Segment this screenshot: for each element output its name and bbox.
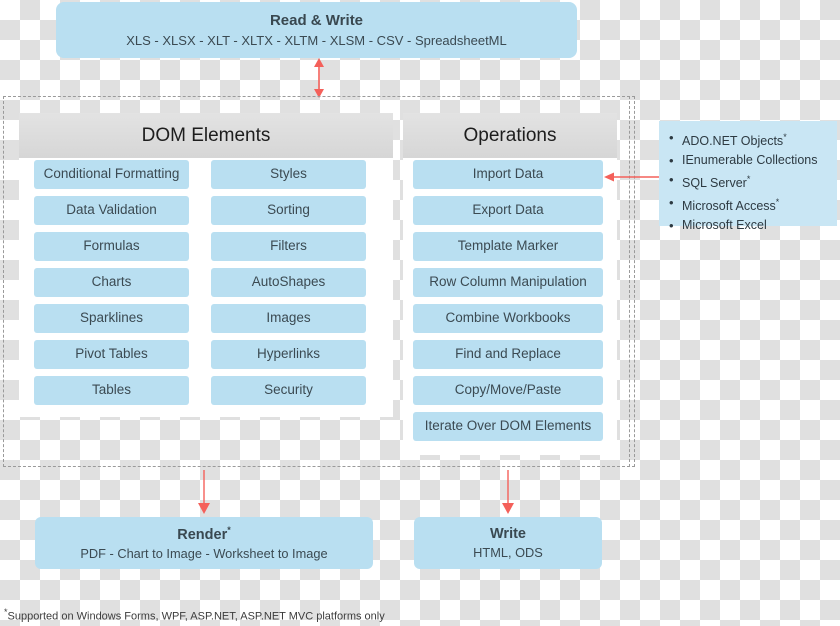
data-sources-box: ADO.NET Objects* IEnumerable Collections… xyxy=(659,121,837,235)
dom-chip-styles[interactable]: Styles xyxy=(211,160,366,189)
render-box: Render* PDF - Chart to Image - Worksheet… xyxy=(35,517,373,569)
data-source-item-microsoft-excel: Microsoft Excel xyxy=(669,216,833,235)
read-write-title: Read & Write xyxy=(269,12,364,29)
render-subtitle: PDF - Chart to Image - Worksheet to Imag… xyxy=(80,545,328,561)
operations-title: Operations xyxy=(463,124,557,146)
dashed-divider xyxy=(629,96,630,467)
dom-elements-left-column: Conditional Formatting Data Validation F… xyxy=(34,160,189,412)
data-source-item-microsoft-access: Microsoft Access* xyxy=(669,193,833,216)
dom-chip-charts[interactable]: Charts xyxy=(34,268,189,297)
dom-chip-autoshapes[interactable]: AutoShapes xyxy=(211,268,366,297)
dom-chip-tables[interactable]: Tables xyxy=(34,376,189,405)
dom-chip-pivot-tables[interactable]: Pivot Tables xyxy=(34,340,189,369)
ops-chip-combine-workbooks[interactable]: Combine Workbooks xyxy=(413,304,603,333)
render-title: Render* xyxy=(177,525,231,543)
read-write-double-arrow xyxy=(314,58,324,98)
dom-elements-right-column: Styles Sorting Filters AutoShapes Images… xyxy=(211,160,366,412)
data-sources-list: ADO.NET Objects* IEnumerable Collections… xyxy=(669,128,833,235)
dom-elements-header: DOM Elements xyxy=(19,113,393,158)
data-sources-to-import-arrow xyxy=(604,172,660,182)
asterisk-marker: * xyxy=(783,132,787,142)
dom-chip-data-validation[interactable]: Data Validation xyxy=(34,196,189,225)
data-source-item-sql-server: SQL Server* xyxy=(669,170,833,193)
dom-elements-title: DOM Elements xyxy=(141,124,271,146)
ops-chip-template-marker[interactable]: Template Marker xyxy=(413,232,603,261)
write-box: Write HTML, ODS xyxy=(414,517,602,569)
ops-chip-find-and-replace[interactable]: Find and Replace xyxy=(413,340,603,369)
footnote: *Supported on Windows Forms, WPF, ASP.NE… xyxy=(4,607,385,623)
operations-body: Import Data Export Data Template Marker … xyxy=(403,158,617,455)
dom-chip-sorting[interactable]: Sorting xyxy=(211,196,366,225)
write-subtitle: HTML, ODS xyxy=(473,545,543,560)
read-write-formats: XLS - XLSX - XLT - XLTX - XLTM - XLSM - … xyxy=(126,33,507,48)
ops-chip-row-column-manipulation[interactable]: Row Column Manipulation xyxy=(413,268,603,297)
operations-header: Operations xyxy=(403,113,617,158)
data-source-item-ienumerable-collections: IEnumerable Collections xyxy=(669,151,833,170)
dom-chip-filters[interactable]: Filters xyxy=(211,232,366,261)
operations-column: Import Data Export Data Template Marker … xyxy=(413,160,603,448)
ops-chip-copy-move-paste[interactable]: Copy/Move/Paste xyxy=(413,376,603,405)
ops-chip-iterate-over-dom-elements[interactable]: Iterate Over DOM Elements xyxy=(413,412,603,441)
asterisk-marker: * xyxy=(746,174,751,185)
dom-chip-formulas[interactable]: Formulas xyxy=(34,232,189,261)
write-down-arrow xyxy=(502,470,514,514)
dom-chip-images[interactable]: Images xyxy=(211,304,366,333)
asterisk-marker: * xyxy=(227,525,231,536)
read-write-box: Read & Write XLS - XLSX - XLT - XLTX - X… xyxy=(56,2,577,58)
dom-chip-security[interactable]: Security xyxy=(211,376,366,405)
ops-chip-import-data[interactable]: Import Data xyxy=(413,160,603,189)
dom-chip-conditional-formatting[interactable]: Conditional Formatting xyxy=(34,160,189,189)
ops-chip-export-data[interactable]: Export Data xyxy=(413,196,603,225)
write-title: Write xyxy=(490,526,526,542)
asterisk-marker: * xyxy=(775,197,780,208)
dom-chip-sparklines[interactable]: Sparklines xyxy=(34,304,189,333)
dom-chip-hyperlinks[interactable]: Hyperlinks xyxy=(211,340,366,369)
data-source-item-ado-net-objects: ADO.NET Objects* xyxy=(669,128,833,151)
render-down-arrow xyxy=(198,470,210,514)
dom-elements-body: Conditional Formatting Data Validation F… xyxy=(19,158,393,417)
